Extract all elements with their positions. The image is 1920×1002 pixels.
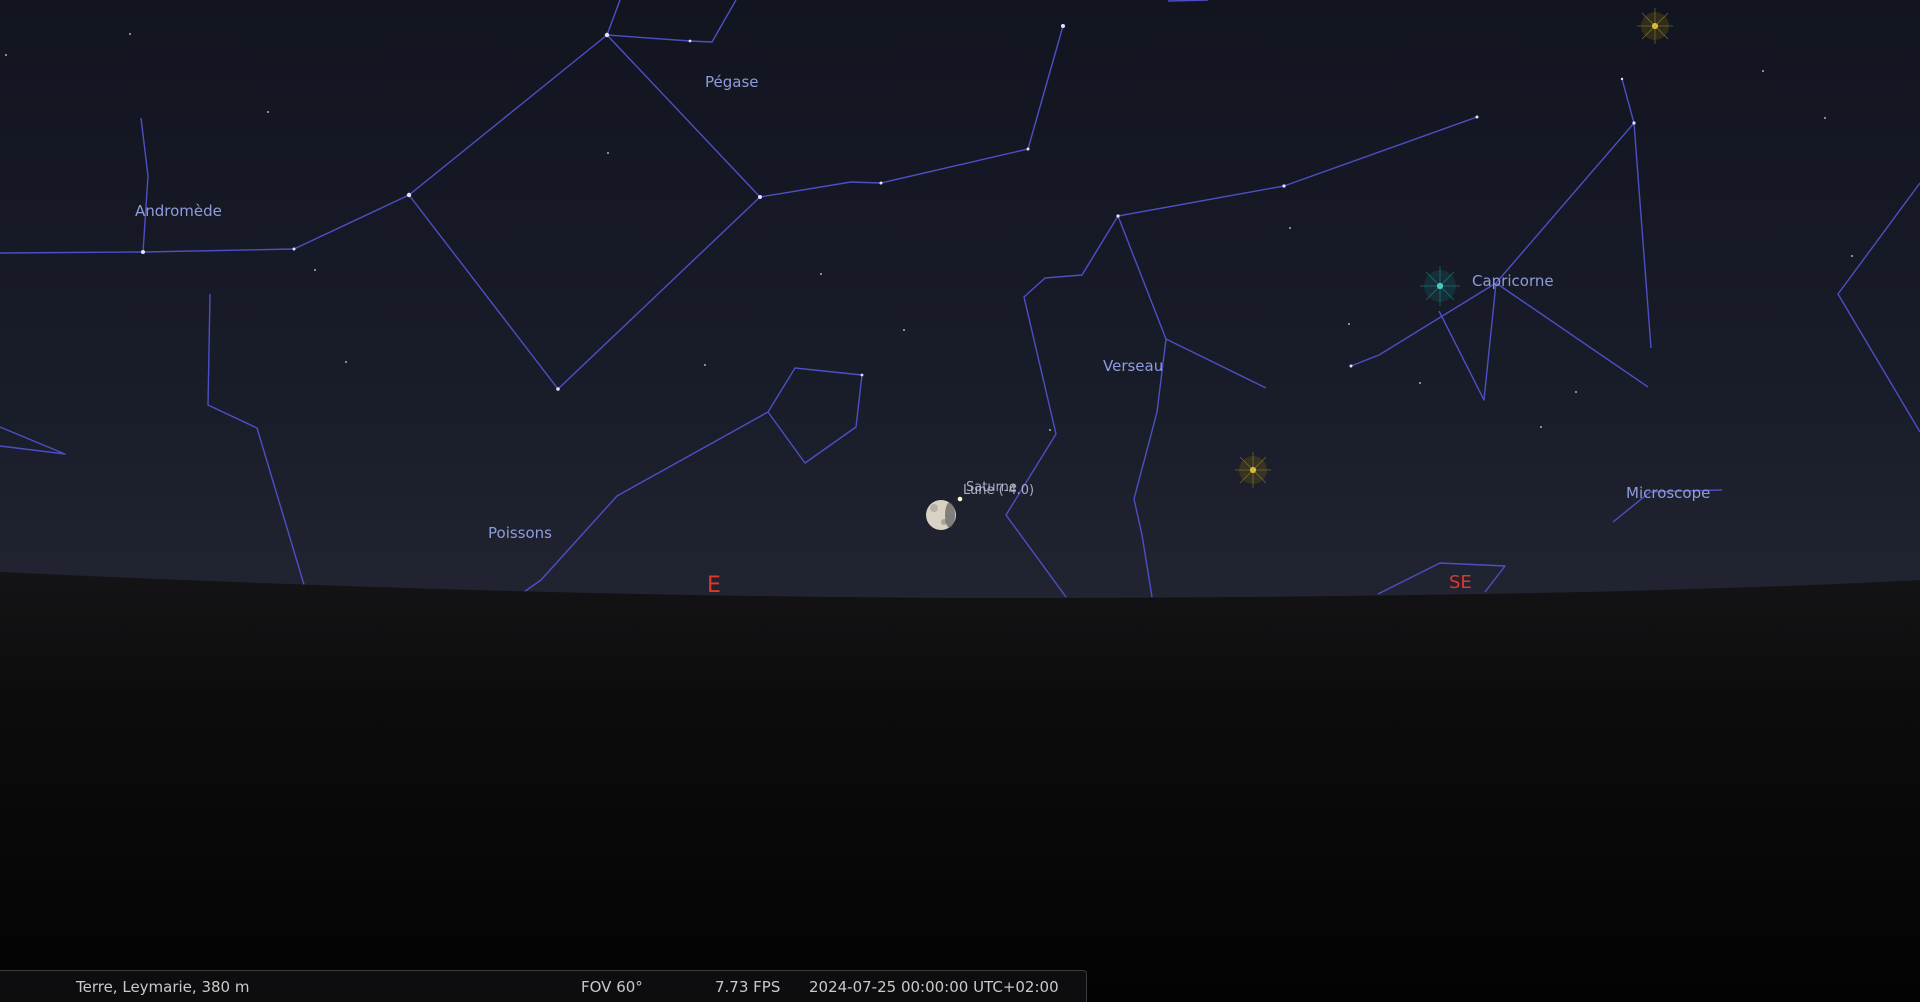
constellation-label-microscopium: Microscope: [1626, 484, 1711, 502]
datetime-text[interactable]: 2024-07-25 00:00:00 UTC+02:00: [809, 978, 1059, 996]
cardinal-southeast: SE: [1449, 572, 1472, 593]
constellation-label-pegasus: Pégase: [705, 73, 759, 91]
fov-text: FOV 60°: [581, 978, 643, 996]
constellation-label-capricornus: Capricorne: [1472, 272, 1554, 290]
status-bar: Terre, Leymarie, 380 m FOV 60° 7.73 FPS …: [0, 970, 1087, 1002]
location-text[interactable]: Terre, Leymarie, 380 m: [76, 978, 249, 996]
constellation-label-aquarius: Verseau: [1103, 357, 1164, 375]
cardinal-east: E: [707, 573, 721, 598]
fps-text: 7.73 FPS: [715, 978, 781, 996]
constellation-label-pisces: Poissons: [488, 524, 552, 542]
moon-label: Lune (-4.0): [963, 483, 1035, 498]
constellation-label-andromeda: Andromède: [135, 202, 222, 220]
